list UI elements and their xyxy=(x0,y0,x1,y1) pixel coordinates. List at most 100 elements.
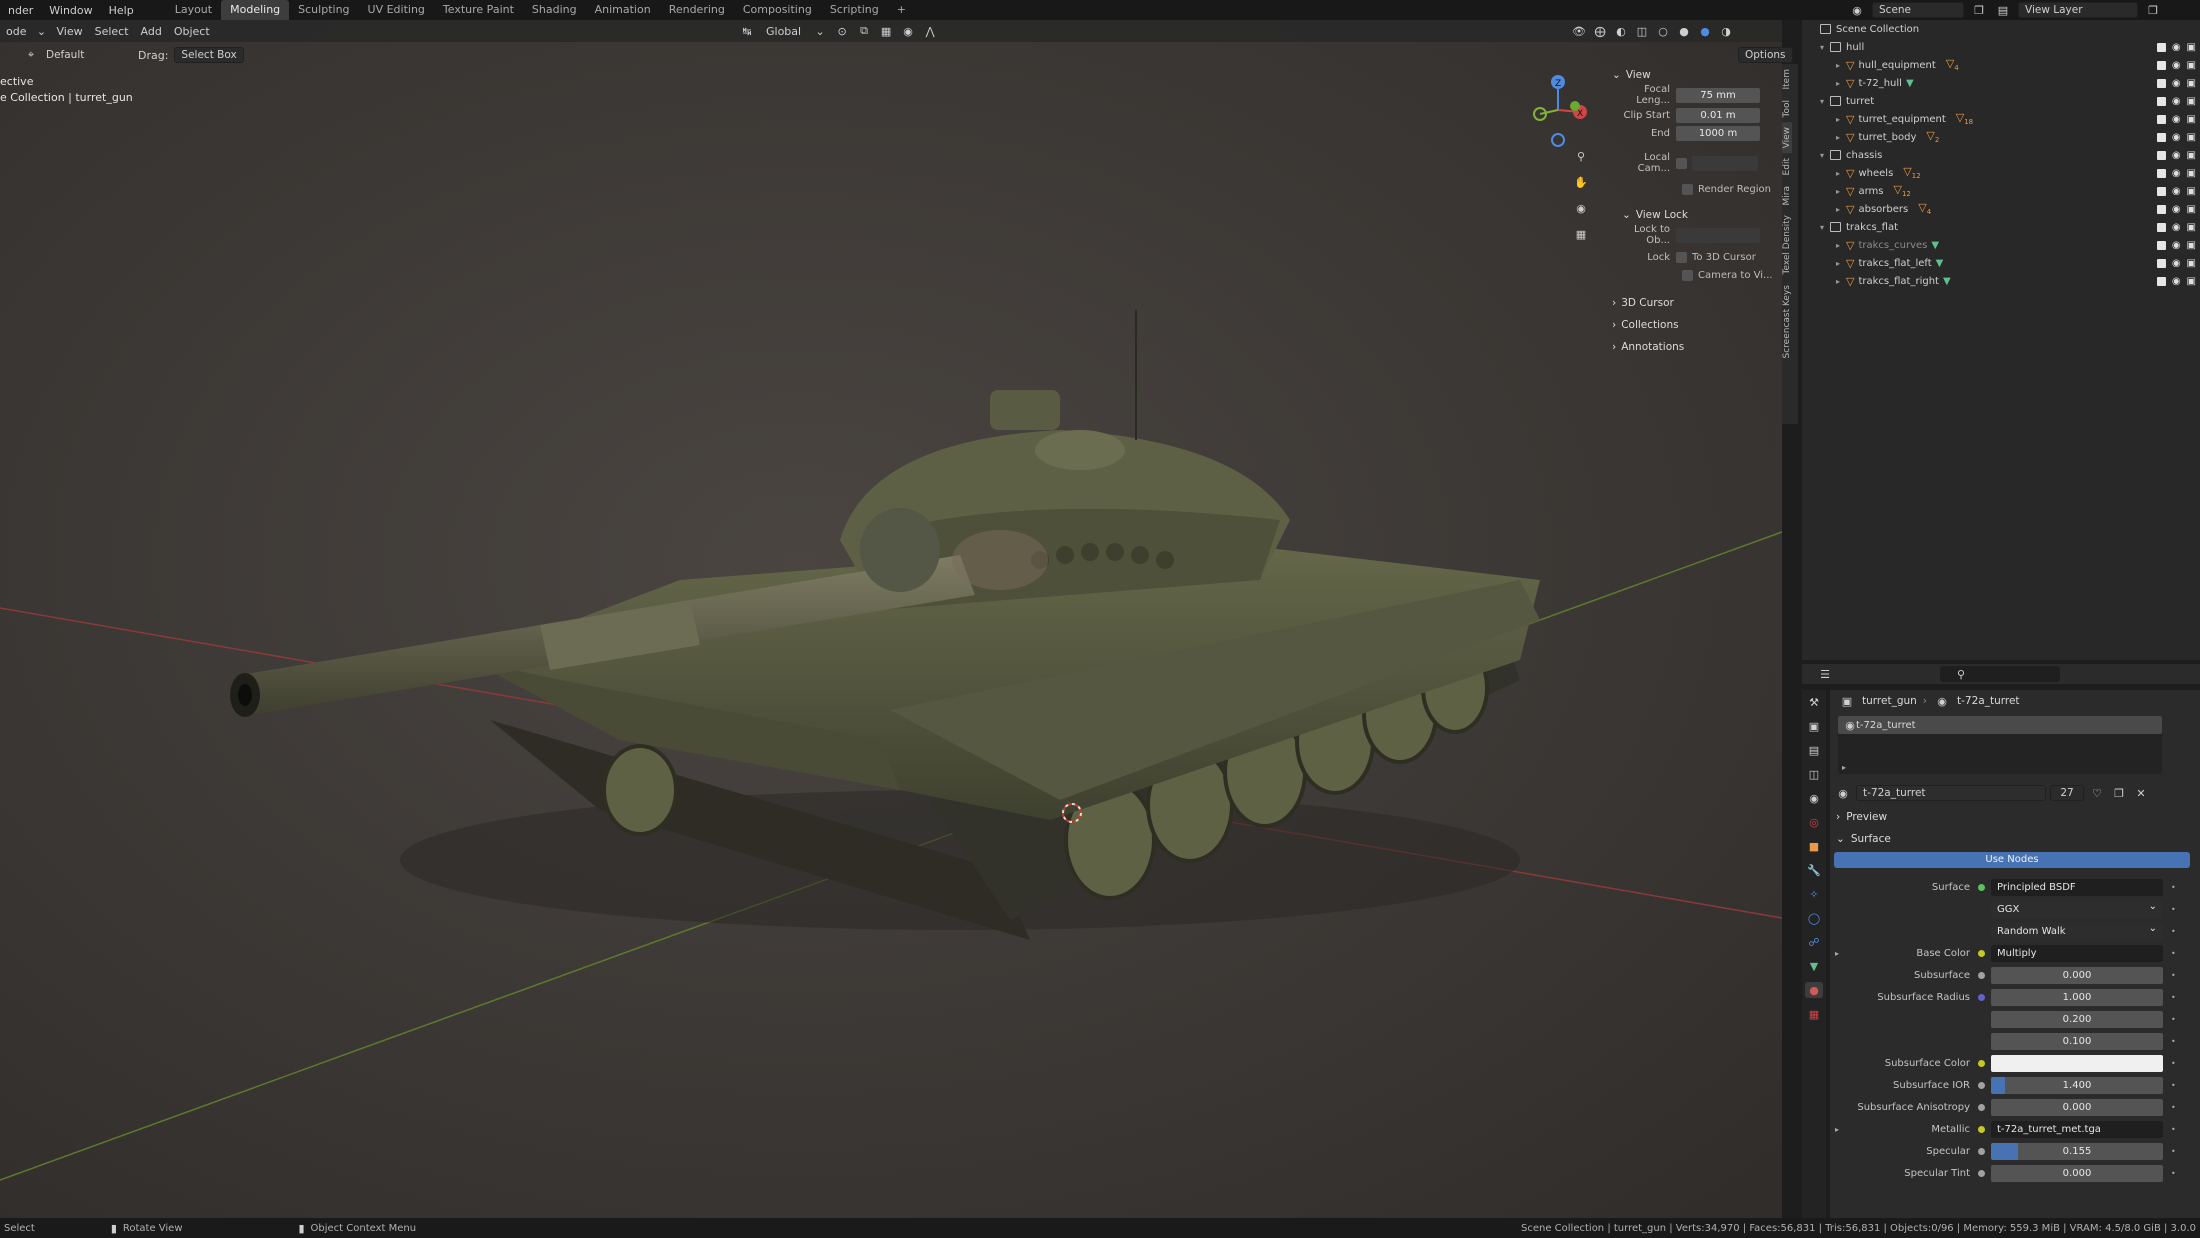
expand-down-icon[interactable]: ▾ xyxy=(1820,223,1830,232)
eye-icon[interactable]: ◉ xyxy=(2172,114,2181,125)
focal-length-field[interactable]: 75 mm xyxy=(1676,87,1760,103)
camera-icon[interactable]: ◉ xyxy=(1572,200,1590,216)
scene-icon[interactable]: ◉ xyxy=(1848,2,1866,18)
tab-texture-paint[interactable]: Texture Paint xyxy=(434,0,523,20)
outliner-collection-row[interactable]: ▾ trakcs_flat ◉ ▣ xyxy=(1802,218,2200,236)
outliner-object-row[interactable]: ▸ ▽ trakcs_flat_left ▼ ◉ ▣ xyxy=(1802,254,2200,272)
keyframe-icon[interactable]: • xyxy=(2171,883,2176,892)
outliner-object-row[interactable]: ▸ ▽ trakcs_curves ▼ ◉ ▣ xyxy=(1802,236,2200,254)
falloff-icon[interactable]: ⋀ xyxy=(921,23,939,39)
view-layer-tab-icon[interactable]: ◫ xyxy=(1805,766,1823,782)
clip-start-field[interactable]: 0.01 m xyxy=(1676,107,1760,123)
particles-tab-icon[interactable]: ✧ xyxy=(1805,886,1823,902)
view-layer-icon[interactable]: ▤ xyxy=(1994,2,2012,18)
expand-right-icon[interactable]: ▸ xyxy=(1836,277,1846,286)
slot-expand-icon[interactable]: ▸ xyxy=(1842,763,1846,772)
outliner-object-row[interactable]: ▸ ▽ hull_equipment ▽4 ◉ ▣ xyxy=(1802,56,2200,74)
unlink-material-icon[interactable]: ✕ xyxy=(2132,785,2150,801)
scene-tab-icon[interactable]: ◉ xyxy=(1805,790,1823,806)
expand-right-icon[interactable]: ▸ xyxy=(1836,187,1846,196)
keyframe-icon[interactable]: • xyxy=(2171,1081,2176,1090)
tab-edit[interactable]: Edit xyxy=(1782,153,1792,180)
number-slider[interactable]: 0.155 xyxy=(1991,1142,2163,1160)
node-link-field[interactable]: Multiply xyxy=(1991,944,2163,962)
exclude-checkbox[interactable] xyxy=(2156,60,2166,70)
surface-section[interactable]: ⌄ Surface xyxy=(1830,828,2200,850)
outliner-collection-row[interactable]: ▾ chassis ◉ ▣ xyxy=(1802,146,2200,164)
visibility-icon[interactable]: 👁 xyxy=(1570,23,1588,39)
camera-render-icon[interactable]: ▣ xyxy=(2187,276,2196,287)
object-tab-icon[interactable]: ■ xyxy=(1805,838,1823,854)
annotations-section[interactable]: › Annotations xyxy=(1612,336,1778,358)
local-camera-checkbox[interactable] xyxy=(1676,157,1687,169)
number-slider[interactable]: 0.200 xyxy=(1991,1010,2163,1028)
eye-icon[interactable]: ◉ xyxy=(2172,42,2181,53)
node-link-field[interactable]: t-72a_turret_met.tga xyxy=(1991,1120,2163,1138)
outliner-object-row[interactable]: ▸ ▽ t-72_hull ▼ ◉ ▣ xyxy=(1802,74,2200,92)
view-section-header[interactable]: ⌄ View xyxy=(1612,64,1778,86)
menu-view[interactable]: View xyxy=(50,25,88,38)
number-slider[interactable]: 0.000 xyxy=(1991,1164,2163,1182)
transform-pivot-icon[interactable]: ⌖ xyxy=(22,47,40,63)
material-name-field[interactable]: t-72a_turret xyxy=(1856,785,2046,801)
camera-render-icon[interactable]: ▣ xyxy=(2187,132,2196,143)
data-tab-icon[interactable]: ▼ xyxy=(1805,958,1823,974)
tab-compositing[interactable]: Compositing xyxy=(734,0,821,20)
camera-render-icon[interactable]: ▣ xyxy=(2187,78,2196,89)
keyframe-icon[interactable]: • xyxy=(2171,1169,2176,1178)
render-region-checkbox[interactable] xyxy=(1682,183,1693,195)
eye-icon[interactable]: ◉ xyxy=(2172,96,2181,107)
material-users-count[interactable]: 27 xyxy=(2050,785,2084,801)
keyframe-icon[interactable]: • xyxy=(2171,1015,2176,1024)
constraints-tab-icon[interactable]: ☍ xyxy=(1805,934,1823,950)
overlay-icon[interactable]: ◐ xyxy=(1612,23,1630,39)
expand-right-icon[interactable]: ▸ xyxy=(1836,133,1846,142)
eye-icon[interactable]: ◉ xyxy=(2172,168,2181,179)
socket-icon[interactable] xyxy=(1978,1081,1985,1089)
outliner-object-row[interactable]: ▸ ▽ trakcs_flat_right ▼ ◉ ▣ xyxy=(1802,272,2200,290)
material-slot-item[interactable]: ◉ t-72a_turret xyxy=(1838,716,2162,734)
rendered-shading-icon[interactable]: ◑ xyxy=(1717,23,1735,39)
tab-shading[interactable]: Shading xyxy=(523,0,586,20)
socket-icon[interactable] xyxy=(1978,1169,1985,1177)
socket-icon[interactable] xyxy=(1978,1147,1985,1155)
tab-uv-editing[interactable]: UV Editing xyxy=(359,0,434,20)
expand-right-icon[interactable]: ▸ xyxy=(1836,115,1846,124)
exclude-checkbox[interactable] xyxy=(2156,42,2166,52)
output-tab-icon[interactable]: ▤ xyxy=(1805,742,1823,758)
menu-help[interactable]: Help xyxy=(101,4,142,17)
pivot-icon[interactable]: ⊙ xyxy=(833,23,851,39)
snap-icon[interactable]: ⧉ xyxy=(855,23,873,39)
mode-selector[interactable]: ode xyxy=(0,25,32,38)
camera-render-icon[interactable]: ▣ xyxy=(2187,114,2196,125)
camera-render-icon[interactable]: ▣ xyxy=(2187,60,2196,71)
breadcrumb-object[interactable]: turret_gun xyxy=(1862,695,1917,707)
tab-scripting[interactable]: Scripting xyxy=(821,0,888,20)
number-slider[interactable]: 0.100 xyxy=(1991,1032,2163,1050)
material-slot-list[interactable]: ◉ t-72a_turret ▸ xyxy=(1838,716,2162,774)
exclude-checkbox[interactable] xyxy=(2156,276,2166,286)
transform-affect-selector[interactable]: Default xyxy=(40,48,124,62)
socket-icon[interactable] xyxy=(1978,1059,1985,1067)
keyframe-icon[interactable]: • xyxy=(2171,1059,2176,1068)
tab-rendering[interactable]: Rendering xyxy=(660,0,734,20)
tab-texel-density[interactable]: Texel Density xyxy=(1782,210,1792,280)
expand-down-icon[interactable]: ▾ xyxy=(1820,151,1830,160)
expand-right-icon[interactable]: ▸ xyxy=(1836,259,1846,268)
exclude-checkbox[interactable] xyxy=(2156,222,2166,232)
tab-animation[interactable]: Animation xyxy=(586,0,660,20)
eye-icon[interactable]: ◉ xyxy=(2172,204,2181,215)
clip-end-field[interactable]: 1000 m xyxy=(1676,125,1760,141)
zoom-icon[interactable]: ⚲ xyxy=(1572,148,1590,164)
keyframe-icon[interactable]: • xyxy=(2171,993,2176,1002)
eye-icon[interactable]: ◉ xyxy=(2172,150,2181,161)
transform-orientation-icon[interactable]: ↹ xyxy=(738,23,756,39)
dropdown-select[interactable]: Random Walk ⌄ xyxy=(1991,922,2163,940)
lock-to-object-field[interactable] xyxy=(1676,227,1760,243)
exclude-checkbox[interactable] xyxy=(2156,114,2166,124)
eye-icon[interactable]: ◉ xyxy=(2172,186,2181,197)
fake-user-icon[interactable]: ♡ xyxy=(2088,785,2106,801)
exclude-checkbox[interactable] xyxy=(2156,132,2166,142)
render-tab-icon[interactable]: ▣ xyxy=(1805,718,1823,734)
tab-mira[interactable]: Mira xyxy=(1782,181,1792,210)
